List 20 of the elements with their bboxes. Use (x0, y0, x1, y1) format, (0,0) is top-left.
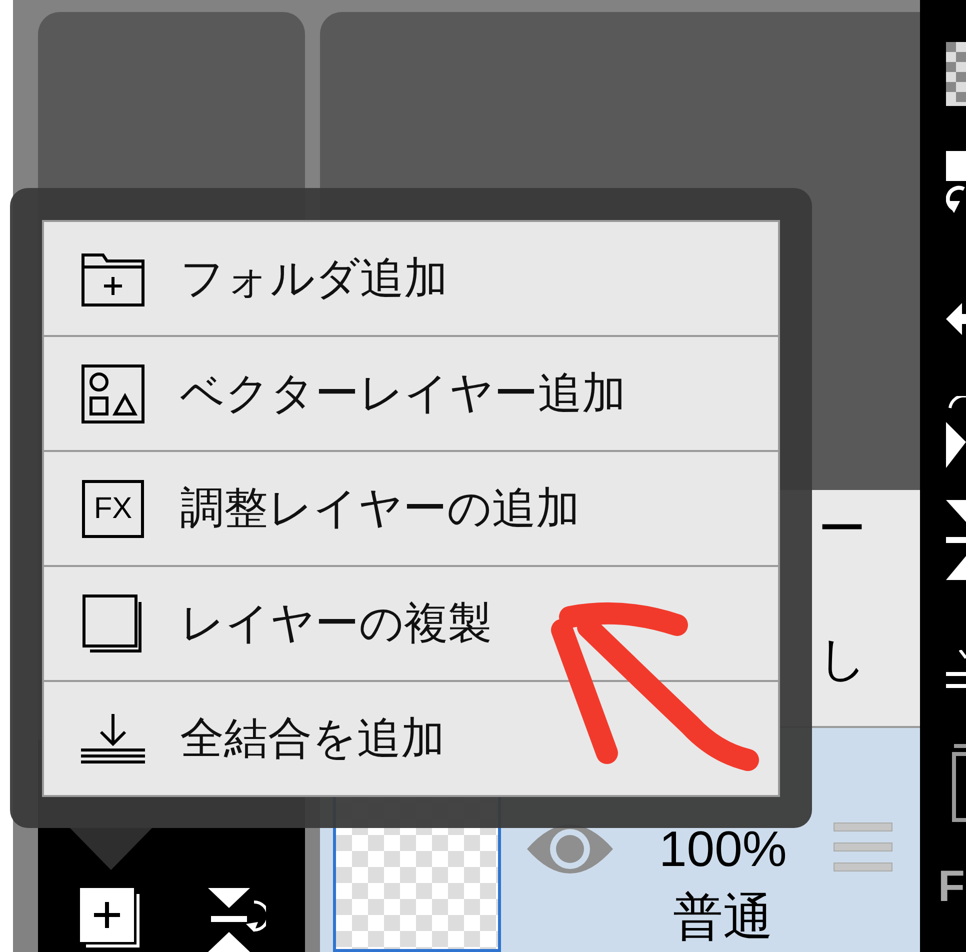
blend-mode-label: 普通 (672, 888, 773, 947)
arrow-left-icon[interactable] (946, 302, 966, 336)
menu-item[interactable]: ベクターレイヤー追加 (44, 337, 778, 450)
menu-item[interactable]: 全結合を追加 (44, 682, 778, 795)
merge-down-icon[interactable] (946, 500, 966, 580)
fx-icon: FX (82, 480, 144, 538)
duplicate-icon (82, 594, 144, 654)
layer-name: ー (818, 502, 867, 558)
opacity-label: 100% (659, 820, 787, 878)
drag-handle-icon[interactable] (832, 822, 893, 874)
menu-item[interactable]: フォルダ追加 (44, 222, 778, 335)
folder-plus-icon (81, 250, 145, 306)
merge-down-icon (81, 714, 145, 764)
merge-icon[interactable] (206, 888, 266, 952)
layer-name: し (818, 632, 867, 688)
toolbar-label: F (938, 862, 965, 912)
shapes-icon (81, 364, 145, 424)
transparency-icon[interactable] (946, 42, 966, 106)
menu-item[interactable]: FX 調整レイヤーの追加 (44, 452, 778, 565)
menu-item[interactable]: レイヤーの複製 (44, 567, 778, 680)
